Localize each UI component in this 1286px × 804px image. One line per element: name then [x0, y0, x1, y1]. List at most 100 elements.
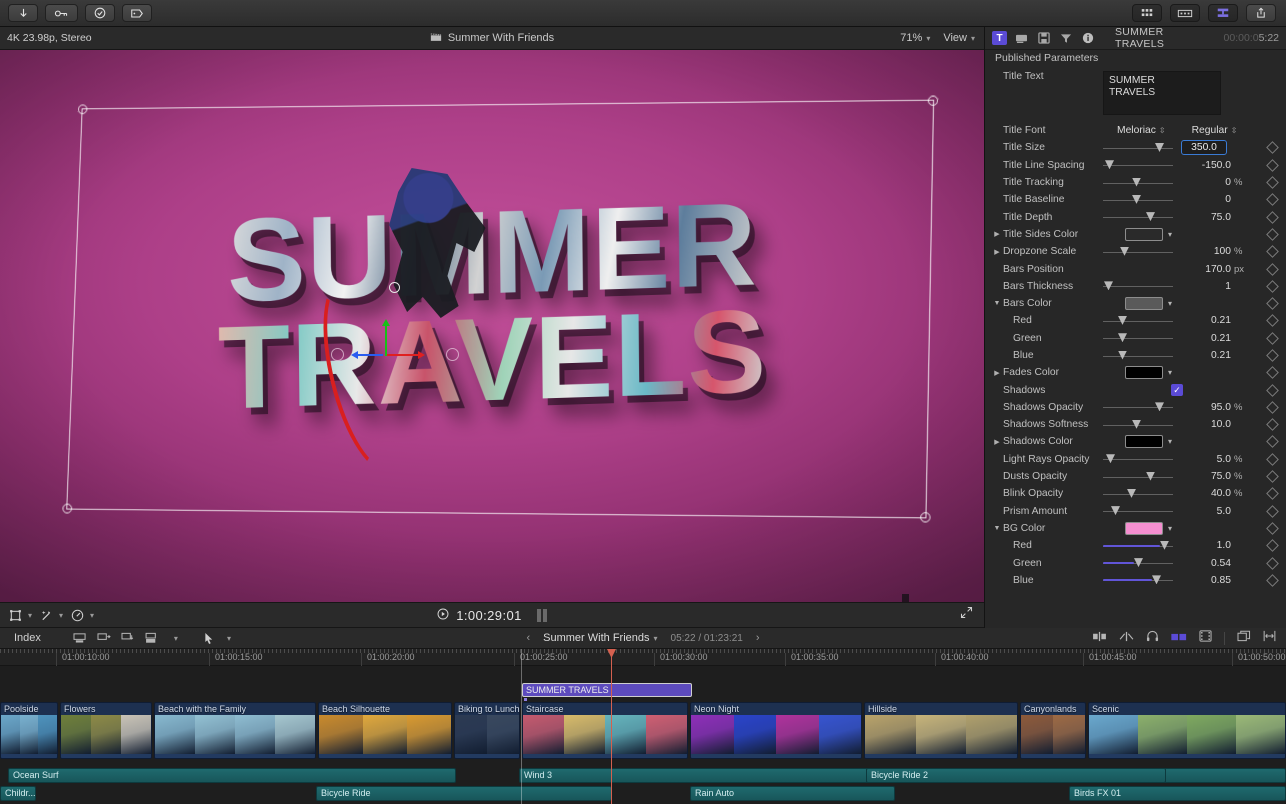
param-value[interactable]: 75.0: [1181, 212, 1231, 223]
param-row[interactable]: Green 0.54: [985, 554, 1286, 571]
viewer-view-menu[interactable]: View ▾: [943, 32, 975, 44]
keyframe-diamond-icon[interactable]: [1266, 176, 1279, 189]
chevron-down-icon[interactable]: ▾: [1168, 230, 1172, 239]
parameters-list[interactable]: Title Text SUMMER TRAVELS Title Font Mel…: [985, 66, 1286, 628]
keyframe-diamond-icon[interactable]: [1266, 470, 1279, 483]
param-row[interactable]: Red 0.21: [985, 312, 1286, 329]
keyframe-diamond-icon[interactable]: [1266, 245, 1279, 258]
keyframe-diamond-icon[interactable]: [1266, 159, 1279, 172]
color-control[interactable]: ▾: [1125, 366, 1172, 379]
keyframe-diamond-icon[interactable]: [1266, 522, 1279, 535]
param-slider[interactable]: [1103, 471, 1173, 483]
chevron-down-icon[interactable]: ▾: [28, 611, 32, 620]
keyframe-diamond-icon[interactable]: [1266, 280, 1279, 293]
tab-video[interactable]: [1014, 31, 1029, 45]
param-value[interactable]: 1: [1181, 281, 1231, 292]
param-row[interactable]: ▼ Bars Color ▾: [985, 295, 1286, 312]
param-value[interactable]: 0.54: [1181, 558, 1231, 569]
timeline-audio-clip[interactable]: Ocean Surf: [8, 768, 456, 783]
keyframe-diamond-icon[interactable]: [1266, 539, 1279, 552]
timeline-video-clip[interactable]: Flowers: [60, 702, 152, 759]
disclosure-triangle[interactable]: ▼: [991, 525, 1003, 532]
transitions-browser-button[interactable]: [1170, 4, 1200, 22]
param-value[interactable]: -150.0: [1181, 160, 1231, 171]
append-to-storyline-icon[interactable]: [73, 632, 87, 644]
timeline-video-clip[interactable]: Beach Silhouette: [318, 702, 452, 759]
keyframe-diamond-icon[interactable]: [1266, 228, 1279, 241]
chevron-down-icon[interactable]: ▾: [59, 611, 63, 620]
chevron-down-icon[interactable]: ▾: [1168, 437, 1172, 446]
param-slider[interactable]: [1103, 280, 1173, 292]
color-swatch[interactable]: [1125, 297, 1163, 310]
comparison-viewer-button[interactable]: [1208, 4, 1238, 22]
param-row[interactable]: Title Baseline 0: [985, 191, 1286, 208]
timeline-primary-storyline[interactable]: Poolside Flowers Beach with the Family Beac…: [0, 702, 1286, 759]
tab-generator[interactable]: [1036, 31, 1051, 45]
param-value[interactable]: 10.0: [1181, 419, 1231, 430]
param-row[interactable]: Blue 0.85: [985, 572, 1286, 589]
viewer-canvas[interactable]: SUMMER TRAVELS: [0, 50, 984, 602]
color-wheel-icon[interactable]: ▾: [71, 609, 94, 622]
timeline-video-clip[interactable]: Scenic: [1088, 702, 1286, 759]
timeline-video-clip[interactable]: Poolside: [0, 702, 58, 759]
keyframe-diamond-icon[interactable]: [1266, 366, 1279, 379]
param-value[interactable]: 75.0: [1181, 471, 1231, 482]
param-row[interactable]: Shadows Softness 10.0: [985, 416, 1286, 433]
param-value[interactable]: 0.85: [1181, 575, 1231, 586]
keyframe-diamond-icon[interactable]: [1266, 297, 1279, 310]
keyframe-diamond-icon[interactable]: [1266, 384, 1279, 397]
param-row[interactable]: Shadows Opacity 95.0%: [985, 399, 1286, 416]
param-slider[interactable]: [1103, 419, 1173, 431]
param-slider[interactable]: [1103, 332, 1173, 344]
param-value[interactable]: 170.0: [1181, 264, 1231, 275]
play-circle-icon[interactable]: [437, 608, 449, 623]
param-row[interactable]: Shadows ✓: [985, 381, 1286, 398]
timeline-video-clip[interactable]: Canyonlands: [1020, 702, 1086, 759]
keyframe-diamond-icon[interactable]: [1266, 349, 1279, 362]
chevron-left-icon[interactable]: ‹: [526, 632, 530, 644]
param-row[interactable]: Blue 0.21: [985, 347, 1286, 364]
share-button[interactable]: [1246, 4, 1276, 22]
param-value[interactable]: 5.0: [1181, 506, 1231, 517]
param-slider[interactable]: [1103, 505, 1173, 517]
timeline-audio-clip[interactable]: Bicycle Ride 2: [866, 768, 1166, 783]
color-control[interactable]: ▾: [1125, 228, 1172, 241]
param-slider[interactable]: [1103, 453, 1173, 465]
param-row[interactable]: Bars Thickness 1: [985, 278, 1286, 295]
chevron-down-icon[interactable]: ▾: [1168, 368, 1172, 377]
timeline-title-clip[interactable]: SUMMER TRAVELS: [522, 683, 692, 697]
param-value[interactable]: 100: [1181, 246, 1231, 257]
audio-monitor-icon[interactable]: [1146, 629, 1159, 647]
param-value[interactable]: 95.0: [1181, 402, 1231, 413]
param-slider[interactable]: [1103, 177, 1173, 189]
timeline-ruler[interactable]: 01:00:10:00 01:00:15:00 01:00:20:00 01:00:2…: [0, 649, 1286, 666]
param-row[interactable]: Title Line Spacing -150.0: [985, 157, 1286, 174]
onscreen-control-right[interactable]: [446, 348, 459, 361]
timeline-audio-clip[interactable]: Rain Auto: [690, 786, 895, 801]
audio-meters-icon[interactable]: [1171, 629, 1187, 647]
chevron-down-icon[interactable]: ▾: [174, 634, 178, 643]
keyframe-diamond-icon[interactable]: [1266, 142, 1279, 155]
param-value[interactable]: 0.21: [1181, 333, 1231, 344]
keyframe-diamond-icon[interactable]: [1266, 193, 1279, 206]
trim-start-icon[interactable]: [1092, 629, 1107, 647]
param-row[interactable]: Light Rays Opacity 5.0%: [985, 451, 1286, 468]
timeline-video-clip[interactable]: Neon Night: [690, 702, 862, 759]
disclosure-triangle[interactable]: ▼: [991, 300, 1003, 307]
keyframe-diamond-icon[interactable]: [1266, 453, 1279, 466]
param-row[interactable]: Blink Opacity 40.0%: [985, 485, 1286, 502]
viewer-zoom-menu[interactable]: 71% ▾: [900, 32, 930, 44]
rating-favorite-button[interactable]: [85, 4, 115, 22]
color-swatch[interactable]: [1125, 435, 1163, 448]
keyframe-diamond-icon[interactable]: [1266, 574, 1279, 587]
timeline-area[interactable]: 01:00:10:00 01:00:15:00 01:00:20:00 01:00:2…: [0, 649, 1286, 804]
param-value-field[interactable]: 350.0: [1181, 140, 1227, 155]
axis-y-green[interactable]: [385, 326, 387, 356]
disclosure-triangle[interactable]: ▶: [991, 248, 1003, 256]
chevron-down-icon[interactable]: ▾: [1168, 524, 1172, 533]
param-slider[interactable]: [1103, 246, 1173, 258]
param-row[interactable]: Title Tracking 0%: [985, 174, 1286, 191]
param-row[interactable]: ▼ BG Color ▾: [985, 520, 1286, 537]
timeline-index-window-icon[interactable]: [1237, 629, 1251, 647]
keyframe-diamond-icon[interactable]: [1266, 418, 1279, 431]
